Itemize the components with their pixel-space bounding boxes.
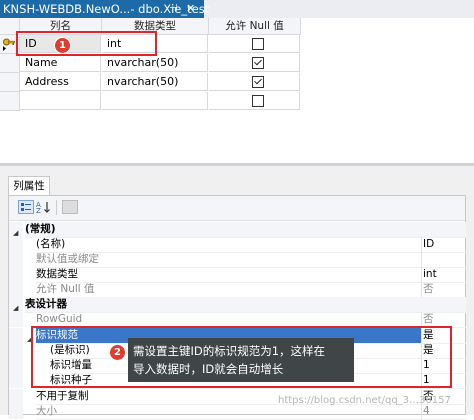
annotation-badge-2: 2 (109, 344, 126, 361)
pin-icon[interactable]: ⊣ (169, 0, 178, 18)
property-row[interactable]: 默认值或绑定 (9, 252, 467, 268)
property-category-general[interactable]: ◢ (常规) (9, 222, 466, 238)
column-name-cell[interactable]: Address (20, 73, 101, 91)
document-tab[interactable]: KNSH-WEBDB.NewO...- dbo.Xie_test ⊣ ✕ (0, 0, 209, 18)
watermark: https://blog.csdn.net/qq_3…36157 (278, 395, 451, 406)
row-header[interactable] (0, 73, 20, 92)
property-row[interactable]: 数据类型 int (9, 267, 467, 283)
property-category-table-designer[interactable]: ◢ 表设计器 (9, 297, 466, 313)
callout-line-2: 导入数据时，ID就会自动增长 (133, 362, 284, 376)
property-row[interactable]: 允许 Null 值 否 (9, 282, 467, 298)
allow-null-checkbox[interactable] (252, 38, 264, 50)
property-row[interactable]: (名称) ID (9, 237, 467, 253)
allow-null-checkbox[interactable] (252, 57, 264, 69)
row-header[interactable] (0, 92, 20, 111)
allow-null-cell[interactable] (209, 54, 300, 72)
allow-null-checkbox[interactable] (252, 76, 264, 88)
property-pages-icon[interactable] (62, 200, 78, 214)
allow-null-cell[interactable] (209, 35, 300, 53)
annotation-badge-1: 1 (54, 37, 71, 54)
callout-line-1: 需设置主键ID的标识规范为1，这样在 (133, 344, 326, 358)
table-row[interactable]: Name nvarchar(50) (0, 54, 300, 73)
data-type-cell[interactable]: nvarchar(50) (102, 73, 208, 91)
table-row[interactable] (0, 92, 300, 111)
alphabetical-sort-icon[interactable]: AZ (36, 200, 52, 215)
column-header-allow-null: 允许 Null 值 (209, 18, 301, 35)
categorized-view-icon[interactable] (18, 200, 34, 214)
allow-null-checkbox[interactable] (252, 95, 264, 107)
document-tab-title: KNSH-WEBDB.NewO...- dbo.Xie_test (3, 2, 210, 16)
property-row[interactable]: RowGuid 否 (9, 312, 467, 328)
annotation-callout: 需设置主键ID的标识规范为1，这样在 导入数据时，ID就会自动增长 (128, 338, 354, 382)
svg-text:Z: Z (36, 207, 41, 214)
properties-toolbar: AZ (9, 196, 465, 221)
property-row[interactable]: 大小 4 (9, 404, 467, 420)
tab-column-properties[interactable]: 列属性 (8, 176, 50, 196)
close-icon[interactable]: ✕ (186, 0, 195, 18)
toolbar-separator (56, 200, 57, 215)
allow-null-cell[interactable] (209, 73, 300, 91)
data-type-cell[interactable]: nvarchar(50) (102, 54, 208, 72)
data-type-cell[interactable] (102, 92, 208, 110)
primary-key-icon (3, 38, 15, 51)
annotation-box-primary-key (16, 31, 157, 56)
table-row[interactable]: Address nvarchar(50) (0, 73, 300, 92)
column-name-cell[interactable] (20, 92, 101, 110)
column-name-cell[interactable]: Name (20, 54, 101, 72)
allow-null-cell[interactable] (209, 92, 300, 110)
row-header[interactable] (0, 54, 20, 73)
